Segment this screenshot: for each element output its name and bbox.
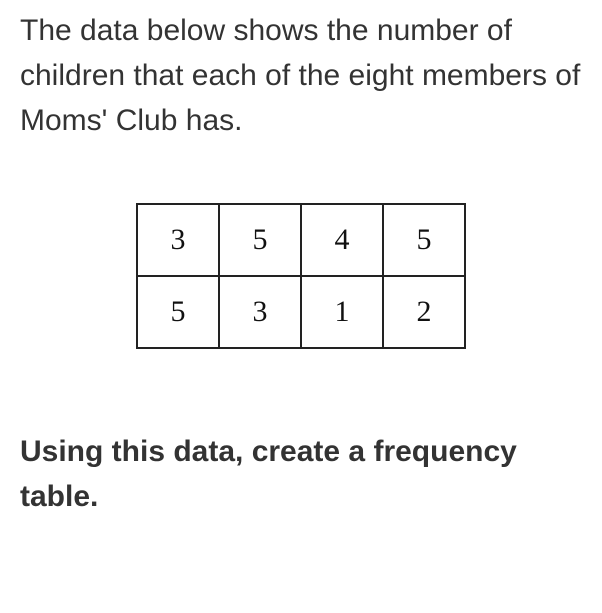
data-grid: 3 5 4 5 5 3 1 2 [136,203,466,349]
problem-page: The data below shows the number of child… [0,0,602,519]
data-cell: 5 [219,204,301,276]
data-cell: 3 [137,204,219,276]
data-cell: 2 [383,276,465,348]
intro-paragraph: The data below shows the number of child… [20,8,582,143]
data-cell: 4 [301,204,383,276]
data-grid-container: 3 5 4 5 5 3 1 2 [20,203,582,349]
data-cell: 5 [383,204,465,276]
table-row: 5 3 1 2 [137,276,465,348]
data-cell: 1 [301,276,383,348]
data-cell: 5 [137,276,219,348]
task-prompt: Using this data, create a frequency tabl… [20,429,582,519]
table-row: 3 5 4 5 [137,204,465,276]
data-cell: 3 [219,276,301,348]
